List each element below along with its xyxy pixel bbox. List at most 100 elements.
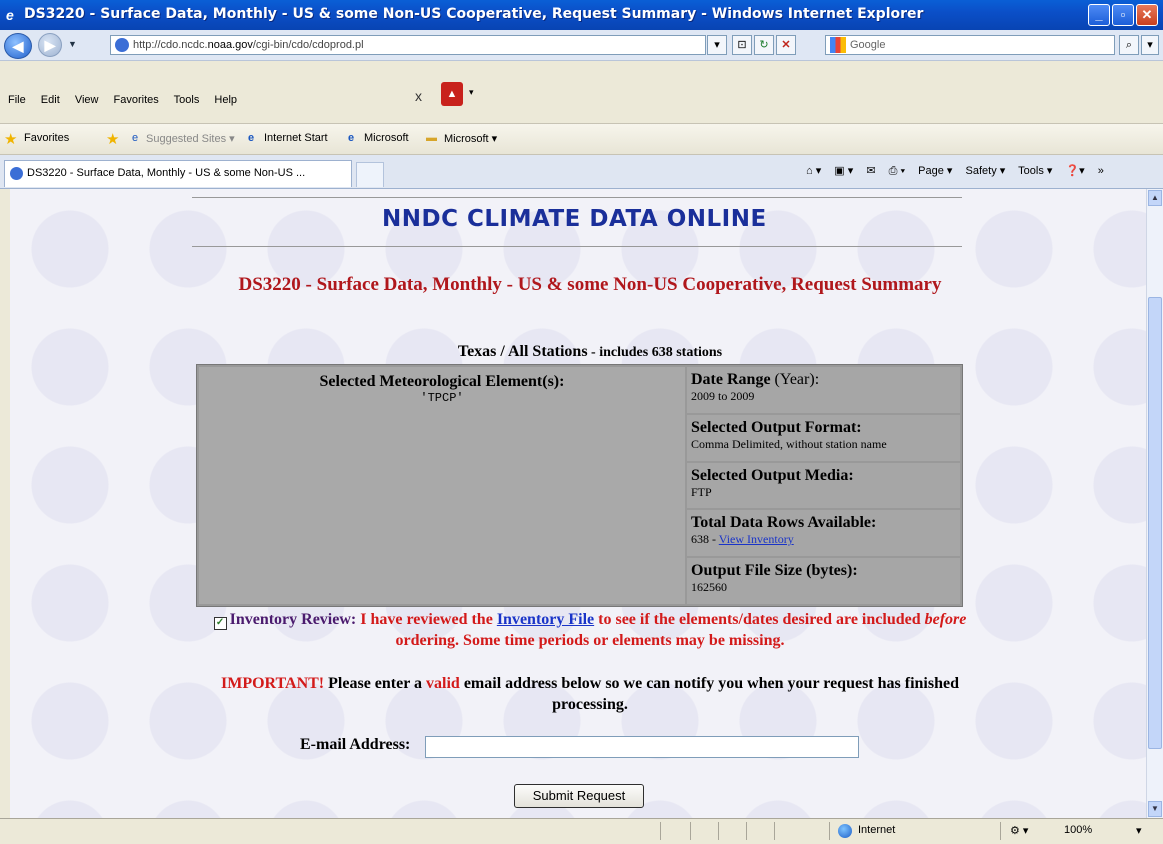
- read-mail-icon[interactable]: ✉: [866, 165, 875, 177]
- menu-bar: File Edit View Favorites Tools Help: [8, 94, 249, 106]
- elements-cell: Selected Meteorological Element(s): 'TPC…: [199, 367, 685, 604]
- address-dropdown-icon[interactable]: ▾: [707, 35, 727, 55]
- inventory-before: before: [924, 611, 967, 628]
- refresh-icon[interactable]: ↻: [754, 35, 774, 55]
- menu-help[interactable]: Help: [214, 94, 237, 106]
- status-divider: [774, 822, 775, 840]
- menu-tools[interactable]: Tools: [174, 94, 200, 106]
- security-zone[interactable]: Internet: [858, 824, 895, 836]
- back-button[interactable]: ◀: [4, 33, 32, 59]
- summary-table: Selected Meteorological Element(s): 'TPC…: [196, 364, 963, 607]
- menu-edit[interactable]: Edit: [41, 94, 60, 106]
- email-label: E-mail Address:: [300, 736, 411, 753]
- output-format-label: Selected Output Format:: [691, 418, 862, 436]
- divider: [192, 197, 962, 198]
- command-bar: ⌂ ▾ ▣ ▾ ✉ ⎙ ▾ Page ▾ Safety ▾ Tools ▾ ❓▾…: [806, 164, 1114, 178]
- output-media-cell: Selected Output Media: FTP: [687, 462, 960, 509]
- data-rows-cell: Total Data Rows Available: 638 - View In…: [687, 510, 960, 557]
- page-icon: [115, 38, 129, 52]
- date-range-cell: Date Range (Year): 2009 to 2009: [687, 367, 960, 413]
- url-suffix: /cgi-bin/cdo/cdoprod.pl: [252, 39, 364, 51]
- safety-menu[interactable]: Safety ▾: [966, 165, 1006, 177]
- zoom-dropdown-icon[interactable]: ▾: [1136, 824, 1142, 837]
- favorites-bar: ★ Favorites ★ e Suggested Sites ▾ e Inte…: [0, 124, 1163, 155]
- view-inventory-link[interactable]: View Inventory: [719, 532, 794, 546]
- tab-active[interactable]: DS3220 - Surface Data, Monthly - US & so…: [4, 160, 352, 187]
- fav-microsoft-link[interactable]: Microsoft: [364, 132, 409, 144]
- inventory-review: ✓ Inventory Review: I have reviewed the I…: [200, 609, 980, 651]
- dataset-title: DS3220 - Surface Data, Monthly - US & so…: [238, 274, 942, 295]
- pdf-dropdown-icon[interactable]: ▾: [469, 87, 474, 98]
- home-icon[interactable]: ⌂ ▾: [806, 165, 821, 177]
- search-options-icon[interactable]: ▾: [1141, 35, 1159, 55]
- maximize-button[interactable]: ▫: [1112, 4, 1134, 26]
- page-menu[interactable]: Page ▾: [918, 165, 952, 177]
- search-placeholder: Google: [850, 39, 886, 51]
- page-content: NNDC CLIMATE DATA ONLINE DS3220 - Surfac…: [10, 189, 1146, 818]
- inventory-text: ordering. Some time periods or elements …: [395, 632, 785, 649]
- email-field[interactable]: [425, 736, 859, 758]
- ie-page-icon: e: [248, 132, 255, 144]
- address-toolbar: ◀ ▶ ▼ http://cdo.ncdc.noaa.gov/cgi-bin/c…: [0, 30, 1163, 61]
- new-tab-button[interactable]: [356, 162, 384, 187]
- scrollbar-thumb[interactable]: [1148, 297, 1162, 749]
- inventory-text: to see if the elements/dates desired are…: [594, 611, 925, 628]
- important-notice: IMPORTANT! Please enter a valid email ad…: [200, 673, 980, 715]
- submit-request-button[interactable]: Submit Request: [514, 784, 644, 808]
- window-title: DS3220 - Surface Data, Monthly - US & so…: [24, 6, 924, 22]
- inventory-review-checkbox[interactable]: ✓: [213, 617, 227, 630]
- menu-toolbar: [0, 61, 1163, 124]
- menu-file[interactable]: File: [8, 94, 26, 106]
- search-icon[interactable]: ⌕: [1119, 35, 1139, 55]
- date-range-value: 2009 to 2009: [691, 389, 755, 403]
- menu-view[interactable]: View: [75, 94, 99, 106]
- favorites-star-icon[interactable]: ★: [4, 130, 17, 148]
- feeds-icon[interactable]: ▣ ▾: [834, 165, 853, 177]
- file-size-cell: Output File Size (bytes): 162560: [687, 558, 960, 604]
- vertical-scrollbar[interactable]: ▲ ▼: [1146, 189, 1163, 818]
- compatibility-icon[interactable]: ⊡: [732, 35, 752, 55]
- help-icon[interactable]: ❓▾: [1065, 165, 1084, 177]
- output-media-label: Selected Output Media:: [691, 466, 854, 484]
- fav-suggested-sites[interactable]: Suggested Sites ▾: [146, 132, 235, 145]
- address-field[interactable]: http://cdo.ncdc.noaa.gov/cgi-bin/cdo/cdo…: [110, 35, 706, 55]
- favorites-button[interactable]: Favorites: [24, 132, 69, 144]
- site-title: NNDC CLIMATE DATA ONLINE: [382, 206, 767, 232]
- close-button[interactable]: ✕: [1136, 4, 1158, 26]
- add-favorite-icon[interactable]: ★: [106, 130, 119, 148]
- browser-window: e DS3220 - Surface Data, Monthly - US & …: [0, 0, 1163, 844]
- output-format-cell: Selected Output Format: Comma Delimited,…: [687, 414, 960, 461]
- menu-favorites[interactable]: Favorites: [114, 94, 159, 106]
- fav-microsoft-folder[interactable]: Microsoft ▾: [444, 132, 497, 145]
- zoom-level[interactable]: 100%: [1064, 824, 1092, 836]
- fav-internet-start[interactable]: Internet Start: [264, 132, 328, 144]
- stations-summary: Texas / All Stations - includes 638 stat…: [200, 343, 980, 361]
- folder-icon: ▬: [426, 132, 437, 144]
- stations-location: Texas / All Stations: [457, 343, 588, 360]
- tools-menu[interactable]: Tools ▾: [1018, 165, 1052, 177]
- google-logo-icon: [830, 37, 846, 53]
- scroll-up-icon[interactable]: ▲: [1148, 190, 1162, 206]
- elements-header: Selected Meteorological Element(s):: [319, 373, 565, 390]
- more-icon[interactable]: »: [1098, 165, 1104, 177]
- status-divider: [829, 822, 830, 840]
- forward-button[interactable]: ▶: [38, 33, 62, 57]
- important-text: Please enter a: [324, 675, 427, 692]
- stations-count: - includes 638 stations: [587, 345, 723, 360]
- elements-value: 'TPCP': [420, 391, 464, 405]
- ie-logo-icon: e: [6, 7, 14, 23]
- search-input[interactable]: Google: [825, 35, 1115, 55]
- close-toolbar-icon[interactable]: x: [415, 88, 422, 104]
- recent-pages-icon[interactable]: ▼: [68, 39, 77, 49]
- ie-page-icon: e: [348, 132, 355, 144]
- inventory-file-link[interactable]: Inventory File: [497, 611, 594, 628]
- data-rows-label: Total Data Rows Available:: [691, 514, 877, 532]
- minimize-button[interactable]: _: [1088, 4, 1110, 26]
- stop-icon[interactable]: ✕: [776, 35, 796, 55]
- pdf-icon[interactable]: ▲: [441, 82, 463, 106]
- print-icon[interactable]: ⎙ ▾: [889, 165, 905, 177]
- protected-mode-icon[interactable]: ⚙ ▾: [1010, 824, 1028, 837]
- scroll-down-icon[interactable]: ▼: [1148, 801, 1162, 817]
- status-divider: [690, 822, 691, 840]
- ie-suggested-icon: e: [132, 132, 139, 144]
